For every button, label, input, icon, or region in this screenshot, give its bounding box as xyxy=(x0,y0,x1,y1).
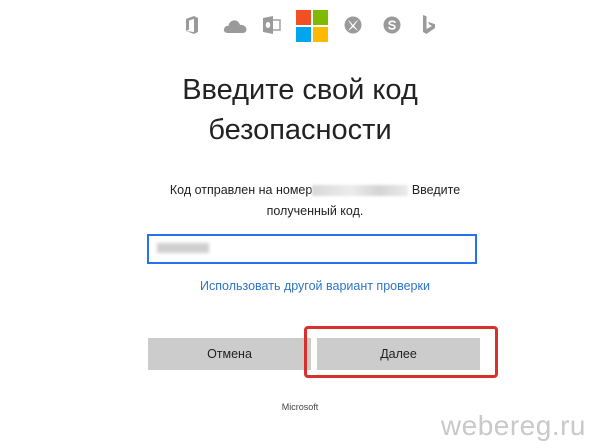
bing-icon xyxy=(423,15,435,34)
code-sent-description: Код отправлен на номер Введите полученны… xyxy=(150,180,480,222)
xbox-icon xyxy=(344,16,362,34)
page-title: Введите свой код безопасности xyxy=(0,70,600,150)
site-watermark: webereg.ru xyxy=(440,410,586,441)
product-icon-row xyxy=(0,10,600,46)
security-code-input[interactable] xyxy=(147,234,477,264)
office-icon xyxy=(186,16,198,34)
cancel-button[interactable]: Отмена xyxy=(148,338,311,370)
redacted-phone-number xyxy=(312,185,409,197)
outlook-icon xyxy=(263,16,281,34)
onedrive-icon xyxy=(223,20,247,33)
description-line-2: полученный код. xyxy=(266,204,364,218)
skype-icon xyxy=(383,16,401,34)
page-title-line-2: безопасности xyxy=(208,114,392,146)
description-prefix: Код отправлен на номер xyxy=(169,183,313,197)
next-button[interactable]: Далее xyxy=(317,338,480,370)
description-suffix: Введите xyxy=(411,183,461,197)
page-title-line-1: Введите свой код xyxy=(182,74,418,106)
use-another-verification-link[interactable]: Использовать другой вариант проверки xyxy=(150,279,480,293)
microsoft-logo-icon xyxy=(296,10,328,42)
